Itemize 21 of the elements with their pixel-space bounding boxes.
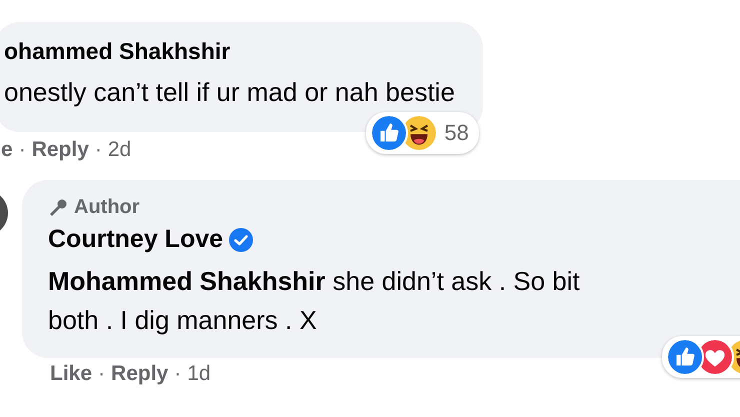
reaction-count: 58 (444, 120, 469, 146)
reactions-pill[interactable]: 58 (366, 112, 479, 154)
action-link[interactable]: e (1, 138, 13, 162)
microphone-icon (48, 198, 68, 218)
comment-text: Mohammed Shakhshir she didn’t ask . So bit both . I dig manners . X (48, 265, 581, 337)
action-link[interactable]: Like (50, 362, 92, 386)
commenter-name[interactable]: Courtney Love (48, 225, 224, 254)
thumbs-up-icon (666, 338, 704, 376)
timestamp[interactable]: 2d (108, 138, 132, 162)
comment-text: onestly can’t tell if ur mad or nah bestie (4, 76, 455, 109)
timestamp[interactable]: 1d (187, 362, 211, 386)
separator-dot: · (18, 138, 26, 162)
thumbs-up-icon (370, 114, 408, 152)
separator-dot: · (94, 138, 102, 162)
separator-dot: · (98, 362, 106, 386)
action-link[interactable]: Reply (111, 362, 168, 386)
separator-dot: · (174, 362, 182, 386)
commenter-name[interactable]: ohammed Shakhshir (4, 38, 230, 65)
author-label: Author (74, 196, 140, 219)
reactions-pill[interactable] (662, 336, 740, 378)
action-link[interactable]: Reply (32, 138, 89, 162)
